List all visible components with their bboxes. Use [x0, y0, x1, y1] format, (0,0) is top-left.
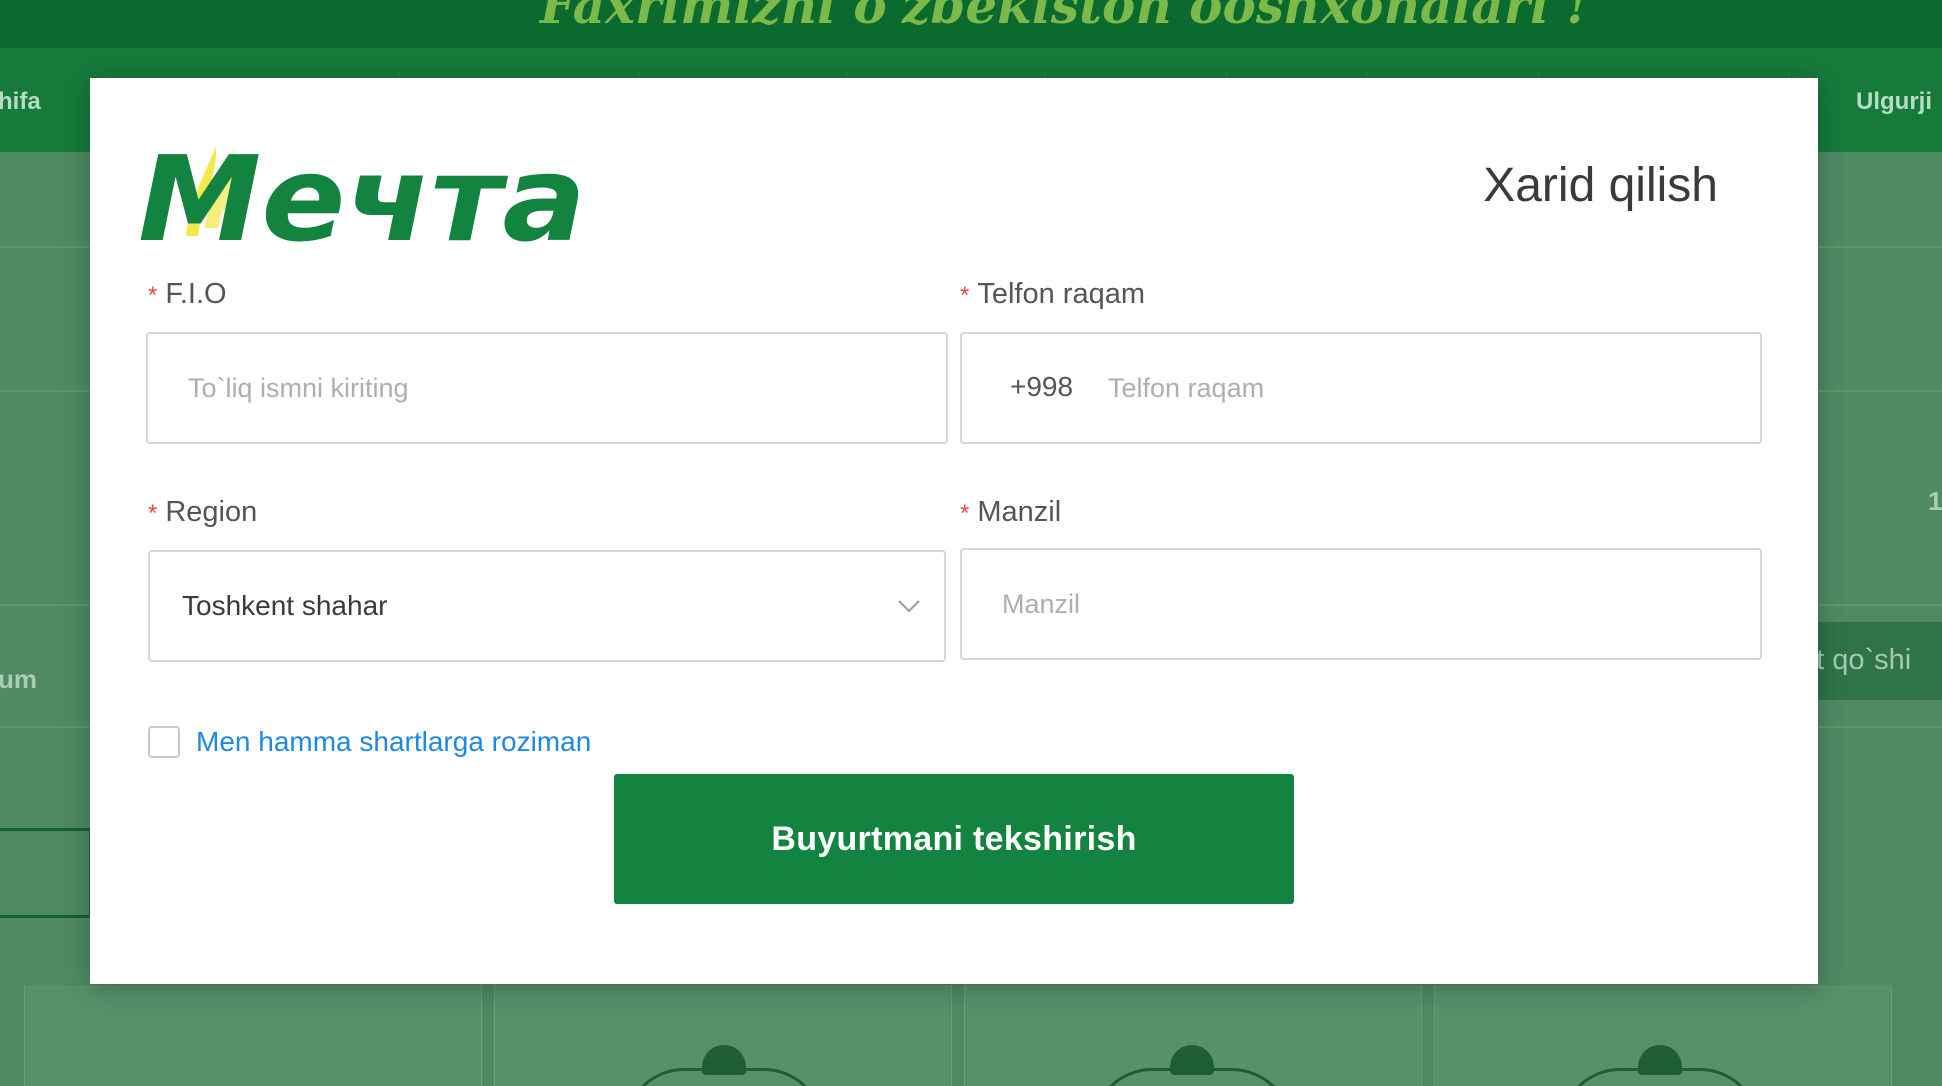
region-selected-value: Toshkent shahar — [182, 590, 388, 621]
required-asterisk: * — [148, 500, 158, 527]
nav-item-wholesale[interactable]: Ulgurji — [1856, 88, 1932, 116]
required-asterisk: * — [960, 282, 970, 309]
chevron-down-icon — [898, 600, 920, 613]
required-asterisk: * — [148, 282, 158, 309]
promo-banner: Faxrimizni o'zbekiston ooshxonalari ! — [0, 0, 1942, 48]
phone-label-text: Telfon raqam — [977, 278, 1145, 310]
phone-input[interactable] — [1108, 336, 1728, 440]
modal-title: Xarid qilish — [1483, 159, 1718, 212]
terms-checkbox[interactable] — [148, 726, 180, 758]
region-label: * Region — [148, 496, 257, 529]
logo-wordmark: Мечта — [138, 130, 586, 248]
fio-label-text: F.I.O — [165, 278, 227, 310]
promo-banner-text: Faxrimizni o'zbekiston ooshxonalari ! — [540, 0, 1589, 35]
purchase-modal: Мечта Xarid qilish *F.I.O *Telfon raqam … — [90, 78, 1818, 984]
phone-prefix: +998 — [1010, 371, 1074, 402]
phone-field: +998 — [960, 332, 1762, 444]
region-select[interactable]: Toshkent shahar — [148, 550, 946, 662]
phone-label: * Telfon raqam — [960, 278, 1145, 311]
bg-left-frame — [0, 828, 92, 918]
brand-logo: Мечта — [138, 130, 586, 248]
terms-label[interactable]: Men hamma shartlarga roziman — [196, 726, 591, 758]
address-label-text: Manzil — [977, 496, 1062, 528]
check-order-button[interactable]: Buyurtmani tekshirish — [614, 774, 1294, 904]
bg-side-text: um — [0, 664, 37, 694]
bg-side-number: 1 — [1928, 486, 1942, 516]
required-asterisk: * — [960, 500, 970, 527]
fio-label: * F.I.O — [148, 278, 227, 311]
address-label: * Manzil — [960, 496, 1061, 529]
fio-input[interactable] — [146, 332, 948, 444]
nav-item-home[interactable]: hifa — [0, 88, 41, 116]
product-card[interactable] — [24, 985, 482, 1086]
region-label-text: Region — [165, 496, 258, 528]
address-input[interactable] — [960, 548, 1762, 660]
